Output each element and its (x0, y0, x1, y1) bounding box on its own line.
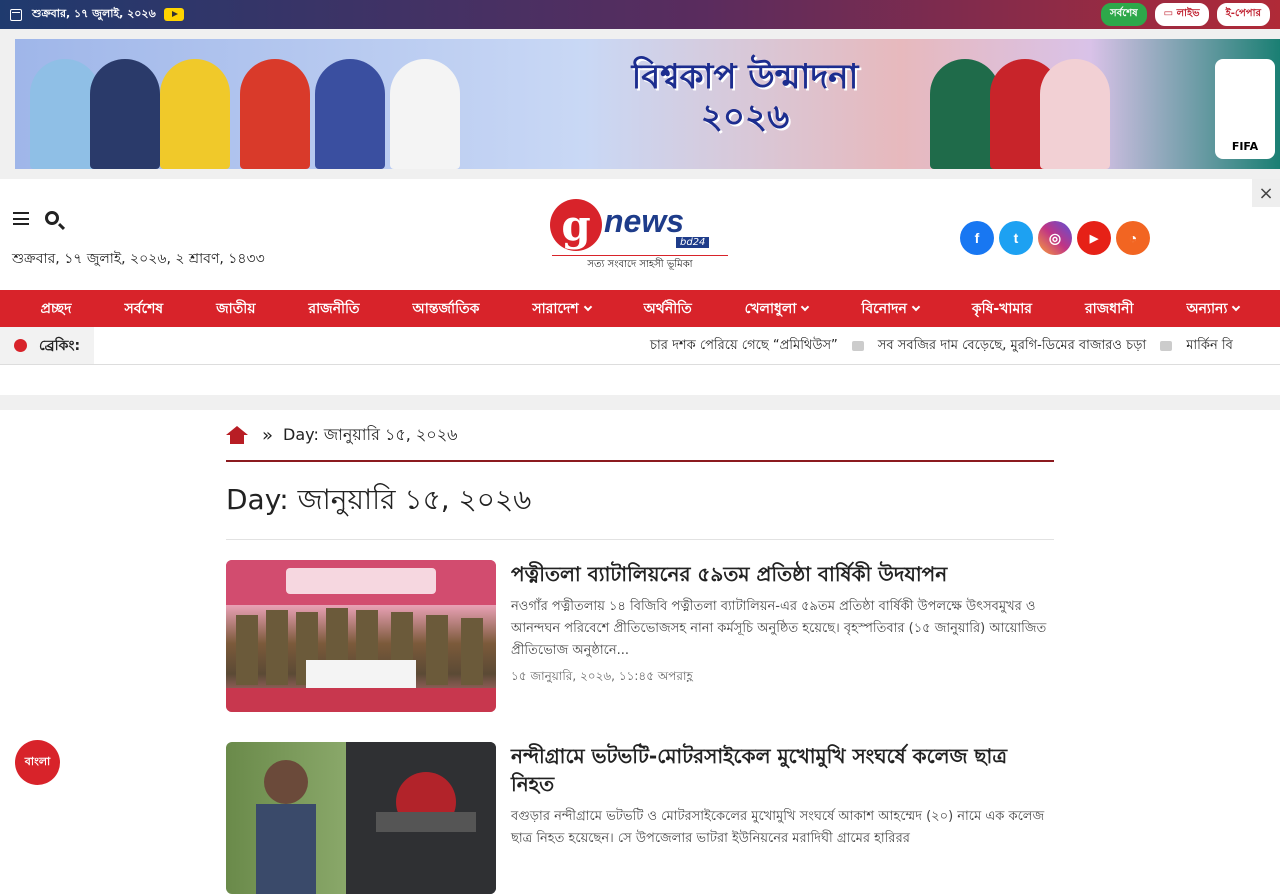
article-body: পত্নীতলা ব্যাটালিয়নের ৫৯তম প্রতিষ্ঠা বা… (511, 560, 1054, 712)
banner-image[interactable]: বিশ্বকাপ উন্মাদনা ২০২৬ FIFA (15, 39, 1280, 169)
article-thumbnail[interactable] (226, 560, 496, 712)
ticker-item[interactable]: চার দশক পেরিয়ে গেছে “প্রমিথিউস” (650, 336, 838, 357)
top-bar: শুক্রবার, ১৭ জুলাই, ২০২৬ সর্বশেষ ▭ লাইভ … (0, 0, 1280, 29)
breaking-label: ব্রেকিং: (0, 327, 95, 364)
page-title: Day: জানুয়ারি ১৫, ২০২৬ (226, 462, 1054, 540)
language-toggle-button[interactable]: বাংলা (15, 740, 60, 785)
archive-content: » Day: জানুয়ারি ১৫, ২০২৬ Day: জানুয়ারি… (226, 410, 1054, 894)
article-item: পত্নীতলা ব্যাটালিয়নের ৫৯তম প্রতিষ্ঠা বা… (226, 540, 1054, 712)
site-logo[interactable]: g news bd24 সত্য সংবাদে সাহসী ভূমিকা (546, 197, 730, 270)
nav-international[interactable]: আন্তর্জাতিক (413, 297, 480, 321)
breadcrumb: » Day: জানুয়ারি ১৫, ২০২৬ (226, 410, 1054, 462)
chevron-down-icon (1232, 302, 1241, 311)
nav-entertainment[interactable]: বিনোদন (861, 297, 921, 321)
nav-countrywide[interactable]: সারাদেশ (532, 297, 592, 321)
fifa-logo: FIFA (1215, 59, 1275, 159)
player-figure (390, 59, 460, 169)
player-figure (1040, 59, 1110, 169)
player-figure (160, 59, 230, 169)
photo-illustration (256, 742, 496, 894)
player-figure (90, 59, 160, 169)
chevron-down-icon (583, 302, 592, 311)
article-title[interactable]: নন্দীগ্রামে ভটভটি-মোটরসাইকেল মুখোমুখি সং… (511, 742, 1054, 798)
news-ticker: চার দশক পেরিয়ে গেছে “প্রমিথিউস” সব সবজি… (650, 327, 1233, 364)
nav-others[interactable]: অন্যান্য (1186, 297, 1241, 321)
latest-button[interactable]: সর্বশেষ (1101, 3, 1147, 26)
rss-icon[interactable]: ◔ (1116, 221, 1150, 255)
nav-economy[interactable]: অর্থনীতি (644, 297, 692, 321)
nav-home[interactable]: প্রচ্ছদ (40, 297, 71, 321)
nav-latest[interactable]: সর্বশেষ (124, 297, 163, 321)
youtube-icon[interactable] (163, 8, 184, 21)
ticker-item[interactable]: সব সবজির দাম বেড়েছে, মুরগি-ডিমের বাজারও… (878, 336, 1146, 357)
nav-agriculture[interactable]: কৃষি-খামার (972, 297, 1032, 321)
article-item: নন্দীগ্রামে ভটভটি-মোটরসাইকেল মুখোমুখি সং… (226, 712, 1054, 894)
nav-national[interactable]: জাতীয় (216, 297, 255, 321)
epaper-button[interactable]: ই-পেপার (1216, 3, 1270, 26)
article-thumbnail[interactable] (226, 742, 496, 894)
photo-illustration (226, 560, 496, 712)
breaking-news-bar: ব্রেকিং: চার দশক পেরিয়ে গেছে “প্রমিথিউস… (0, 327, 1280, 365)
nav-sports[interactable]: খেলাধুলা (745, 297, 810, 321)
main-nav: প্রচ্ছদ সর্বশেষ জাতীয় রাজনীতি আন্তর্জাত… (0, 290, 1280, 327)
logo-tagline: সত্য সংবাদে সাহসী ভূমিকা (552, 255, 728, 274)
nav-politics[interactable]: রাজনীতি (308, 297, 359, 321)
article-excerpt: নওগাঁর পত্নীতলায় ১৪ বিজিবি পত্নীতলা ব্য… (511, 599, 1047, 658)
header-date: শুক্রবার, ১৭ জুলাই, ২০২৬, ২ শ্রাবণ, ১৪৩৩ (12, 251, 265, 267)
article-body: নন্দীগ্রামে ভটভটি-মোটরসাইকেল মুখোমুখি সং… (511, 742, 1054, 894)
facebook-icon[interactable]: f (960, 221, 994, 255)
banner-title: বিশ্বকাপ উন্মাদনা ২০২৬ (631, 57, 859, 137)
instagram-icon[interactable]: ◎ (1038, 221, 1072, 255)
player-figure (240, 59, 310, 169)
article-excerpt: বগুড়ার নন্দীগ্রামে ভটভটি ও মোটরসাইকেলের… (511, 809, 1045, 846)
search-icon[interactable] (45, 211, 59, 225)
section-gap (0, 395, 1280, 410)
ticker-separator-icon (1160, 341, 1173, 351)
twitter-icon[interactable]: t (999, 221, 1033, 255)
live-button[interactable]: ▭ লাইভ (1154, 3, 1209, 26)
site-header: শুক্রবার, ১৭ জুলাই, ২০২৬, ২ শ্রাবণ, ১৪৩৩… (0, 179, 1280, 290)
player-figure (315, 59, 385, 169)
ticker-separator-icon (851, 341, 864, 351)
article-date: ১৫ জানুয়ারি, ২০২৬, ১১:৪৫ অপরাহ্ণ (511, 669, 693, 683)
banner-ad[interactable]: বিশ্বকাপ উন্মাদনা ২০২৬ FIFA (0, 29, 1280, 179)
logo-suffix: bd24 (676, 237, 710, 248)
calendar-icon (10, 8, 22, 21)
social-links: f t ◎ ▶ ◔ (960, 221, 1150, 255)
close-ad-button[interactable]: × (1252, 179, 1280, 207)
logo-wordmark: news (604, 203, 685, 239)
chevron-down-icon (801, 302, 810, 311)
breadcrumb-current: Day: জানুয়ারি ১৫, ২০২৬ (283, 424, 458, 444)
youtube-icon[interactable]: ▶ (1077, 221, 1111, 255)
article-title[interactable]: পত্নীতলা ব্যাটালিয়নের ৫৯তম প্রতিষ্ঠা বা… (511, 560, 1054, 588)
home-icon[interactable] (226, 426, 248, 444)
logo-mark: g (550, 199, 602, 251)
hamburger-menu-icon[interactable] (13, 212, 29, 225)
breadcrumb-separator: » (262, 424, 274, 446)
chevron-down-icon (911, 302, 921, 311)
live-dot-icon (14, 339, 27, 352)
nav-capital[interactable]: রাজধানী (1085, 297, 1134, 321)
ticker-item[interactable]: মার্কিন বি (1186, 336, 1233, 357)
top-date: শুক্রবার, ১৭ জুলাই, ২০২৬ (32, 7, 156, 20)
